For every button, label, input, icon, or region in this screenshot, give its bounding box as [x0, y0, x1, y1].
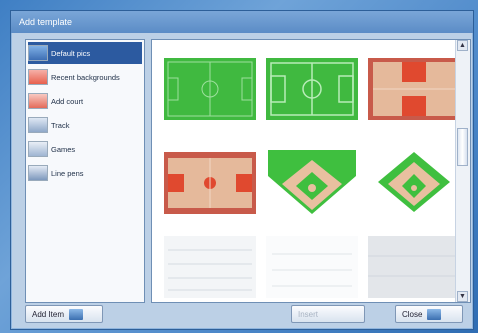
category-label: Line pens: [51, 168, 84, 178]
close-label: Close: [402, 309, 423, 319]
category-item-court[interactable]: Add court: [28, 90, 142, 112]
baseball-field-icon[interactable]: [266, 148, 358, 214]
add-item-button[interactable]: Add Item: [25, 305, 103, 323]
blank-grey-icon[interactable]: [368, 236, 460, 298]
category-label: Recent backgrounds: [51, 72, 120, 82]
category-label: Add court: [51, 96, 84, 106]
add-template-dialog: Add template Default pics Recent backgro…: [10, 10, 474, 330]
soccer-field-alt-icon[interactable]: [266, 58, 358, 120]
scroll-thumb[interactable]: [457, 128, 468, 166]
blank-lined-icon[interactable]: [164, 236, 256, 298]
game-icon: [28, 141, 48, 157]
scroll-up-icon[interactable]: ▲: [457, 40, 468, 51]
scroll-down-icon[interactable]: ▼: [457, 291, 468, 302]
category-item-lines[interactable]: Line pens: [28, 162, 142, 184]
add-item-label: Add Item: [32, 309, 65, 319]
track-icon: [28, 117, 48, 133]
lines-icon: [28, 165, 48, 181]
category-label: Default pics: [51, 48, 91, 58]
category-item-track[interactable]: Track: [28, 114, 142, 136]
court-icon: [28, 93, 48, 109]
category-item-recent[interactable]: Recent backgrounds: [28, 66, 142, 88]
category-label: Track: [51, 120, 70, 130]
category-item-games[interactable]: Games: [28, 138, 142, 160]
window-title: Add template: [11, 11, 473, 33]
basketball-court-icon[interactable]: [164, 152, 256, 214]
basketball-half-court-icon[interactable]: [368, 58, 460, 120]
close-button[interactable]: Close: [395, 305, 463, 323]
blank-lined-thin-icon[interactable]: [266, 236, 358, 298]
sport-icon: [28, 69, 48, 85]
baseball-diamond-icon[interactable]: [368, 148, 460, 212]
soccer-field-icon[interactable]: [164, 58, 256, 120]
gallery-scrollbar[interactable]: ▲ ▼: [455, 40, 470, 302]
field-icon: [28, 45, 48, 61]
category-item-default[interactable]: Default pics: [28, 42, 142, 64]
template-gallery: ▲ ▼: [151, 39, 471, 303]
insert-label: Insert: [298, 309, 319, 319]
close-icon: [427, 308, 442, 320]
category-list[interactable]: Default pics Recent backgrounds Add cour…: [25, 39, 145, 303]
insert-button[interactable]: Insert: [291, 305, 365, 323]
category-label: Games: [51, 144, 76, 154]
add-item-icon: [69, 308, 84, 320]
